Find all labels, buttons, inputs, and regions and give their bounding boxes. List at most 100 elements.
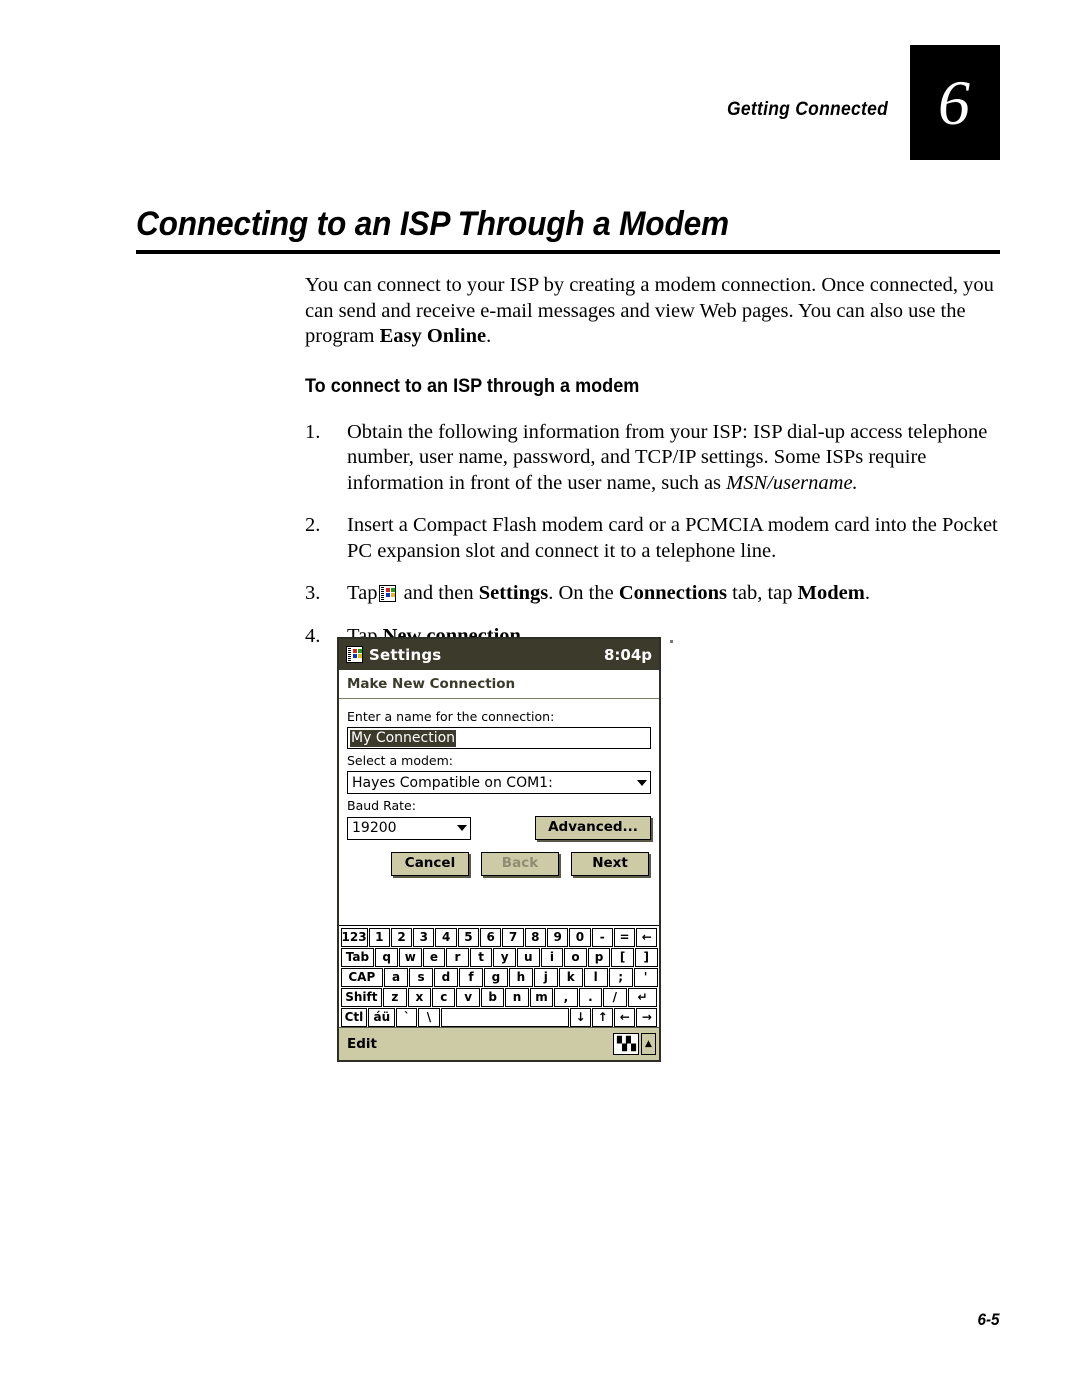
step-text-after-icon: and then [398, 582, 479, 604]
key-1[interactable]: 1 [368, 927, 390, 947]
key-o[interactable]: o [564, 947, 587, 967]
key-0[interactable]: 0 [569, 927, 591, 947]
key-equals[interactable]: = [613, 927, 636, 947]
key-3[interactable]: 3 [413, 927, 435, 947]
key-r[interactable]: r [446, 947, 469, 967]
key-z[interactable]: z [383, 987, 407, 1007]
step-text-mid1: . On the [548, 582, 619, 604]
keyboard-icon[interactable]: ▚▚ [613, 1033, 639, 1055]
key-n[interactable]: n [505, 987, 529, 1007]
step-text-end: . [864, 582, 870, 604]
step-text: Tap [347, 582, 378, 604]
key-bracket-right[interactable]: ] [634, 947, 658, 967]
key-semicolon[interactable]: ; [608, 967, 633, 987]
pda-clock[interactable]: 8:04p [604, 646, 652, 664]
key-minus[interactable]: - [591, 927, 613, 947]
key-7[interactable]: 7 [502, 927, 524, 947]
key-backslash[interactable]: \ [418, 1007, 440, 1027]
next-button[interactable]: Next [571, 852, 649, 876]
key-b[interactable]: b [480, 987, 505, 1007]
enter-icon[interactable]: ↵ [627, 987, 658, 1007]
settings-icon [346, 646, 363, 663]
arrow-up-icon[interactable]: ↑ [592, 1007, 614, 1027]
key-j[interactable]: j [533, 967, 558, 987]
modem-value: Hayes Compatible on COM1: [352, 774, 553, 791]
keyboard-row-5: Ctl áü ` \ ↓ ↑ ← → [340, 1007, 658, 1027]
cancel-button[interactable]: Cancel [391, 852, 469, 876]
key-g[interactable]: g [483, 967, 508, 987]
key-q[interactable]: q [375, 947, 399, 967]
key-accent[interactable]: áü [368, 1007, 396, 1027]
chevron-down-icon [637, 779, 647, 786]
key-5[interactable]: 5 [457, 927, 480, 947]
baud-rate-row: 19200 Advanced... [347, 816, 651, 840]
step-bold-settings: Settings [478, 582, 549, 604]
arrow-left-icon[interactable]: ← [614, 1007, 636, 1027]
section-subheading: To connect to an ISP through a modem [305, 375, 640, 397]
key-u[interactable]: u [516, 947, 540, 967]
pda-form: Enter a name for the connection: My Conn… [339, 699, 659, 876]
step-number: 3. [305, 582, 321, 604]
advanced-button[interactable]: Advanced... [535, 816, 651, 840]
key-i[interactable]: i [540, 947, 564, 967]
key-bracket-left[interactable]: [ [611, 947, 634, 967]
pda-soft-menu-bar: Edit ▚▚ ▲ [339, 1027, 659, 1060]
key-a[interactable]: a [384, 967, 409, 987]
key-9[interactable]: 9 [546, 927, 569, 947]
arrow-right-icon[interactable]: → [636, 1007, 658, 1027]
list-item: 2. Insert a Compact Flash modem card or a… [305, 513, 1000, 564]
wizard-button-row: Cancel Back Next [347, 852, 651, 876]
key-l[interactable]: l [583, 967, 608, 987]
softbar-right-group: ▚▚ ▲ [613, 1033, 656, 1055]
keyboard-row-3: CAP a s d f g h j k l ; ' [340, 967, 658, 987]
key-cap[interactable]: CAP [340, 967, 384, 987]
chevron-down-icon [457, 825, 467, 831]
title-rule [136, 250, 1000, 254]
key-p[interactable]: p [587, 947, 611, 967]
modem-select[interactable]: Hayes Compatible on COM1: [347, 771, 651, 794]
key-tab[interactable]: Tab [340, 947, 375, 967]
modem-label: Select a modem: [347, 753, 454, 768]
key-2[interactable]: 2 [390, 927, 413, 947]
key-k[interactable]: k [558, 967, 583, 987]
key-m[interactable]: m [529, 987, 554, 1007]
key-d[interactable]: d [434, 967, 458, 987]
pda-title: Settings [369, 645, 442, 664]
pda-titlebar: Settings 8:04p [339, 639, 659, 670]
arrow-down-icon[interactable]: ↓ [569, 1007, 592, 1027]
key-c[interactable]: c [432, 987, 456, 1007]
key-period[interactable]: . [578, 987, 603, 1007]
body-column: You can connect to your ISP by creating … [305, 273, 1000, 666]
key-space[interactable] [440, 1007, 569, 1027]
edit-menu-button[interactable]: Edit [347, 1036, 377, 1052]
backspace-icon[interactable]: ← [636, 927, 658, 947]
connection-name-input[interactable]: My Connection [347, 727, 651, 749]
key-f[interactable]: f [458, 967, 483, 987]
input-panel-chevron-up-icon[interactable]: ▲ [641, 1033, 656, 1055]
keyboard-row-2: Tab q w e r t y u i o p [ ] [340, 947, 658, 967]
chapter-number: 6 [938, 67, 970, 138]
key-slash[interactable]: / [603, 987, 627, 1007]
key-t[interactable]: t [469, 947, 493, 967]
key-comma[interactable]: , [554, 987, 578, 1007]
key-apostrophe[interactable]: ' [633, 967, 658, 987]
key-s[interactable]: s [409, 967, 433, 987]
key-123[interactable]: 123 [340, 927, 368, 947]
baud-rate-select[interactable]: 19200 [347, 816, 471, 840]
key-h[interactable]: h [508, 967, 533, 987]
key-4[interactable]: 4 [435, 927, 457, 947]
key-x[interactable]: x [407, 987, 432, 1007]
key-backtick[interactable]: ` [396, 1007, 418, 1027]
key-shift[interactable]: Shift [340, 987, 383, 1007]
key-6[interactable]: 6 [480, 927, 502, 947]
key-y[interactable]: y [493, 947, 516, 967]
key-e[interactable]: e [422, 947, 446, 967]
key-v[interactable]: v [456, 987, 480, 1007]
start-menu-icon [379, 585, 397, 602]
key-ctl[interactable]: Ctl [340, 1007, 368, 1027]
soft-keyboard[interactable]: 123 1 2 3 4 5 6 7 8 9 0 - = ← Tab q w e … [339, 925, 659, 1027]
step-number: 2. [305, 514, 321, 536]
page-number: 6-5 [977, 1310, 1000, 1329]
key-w[interactable]: w [399, 947, 422, 967]
key-8[interactable]: 8 [524, 927, 546, 947]
